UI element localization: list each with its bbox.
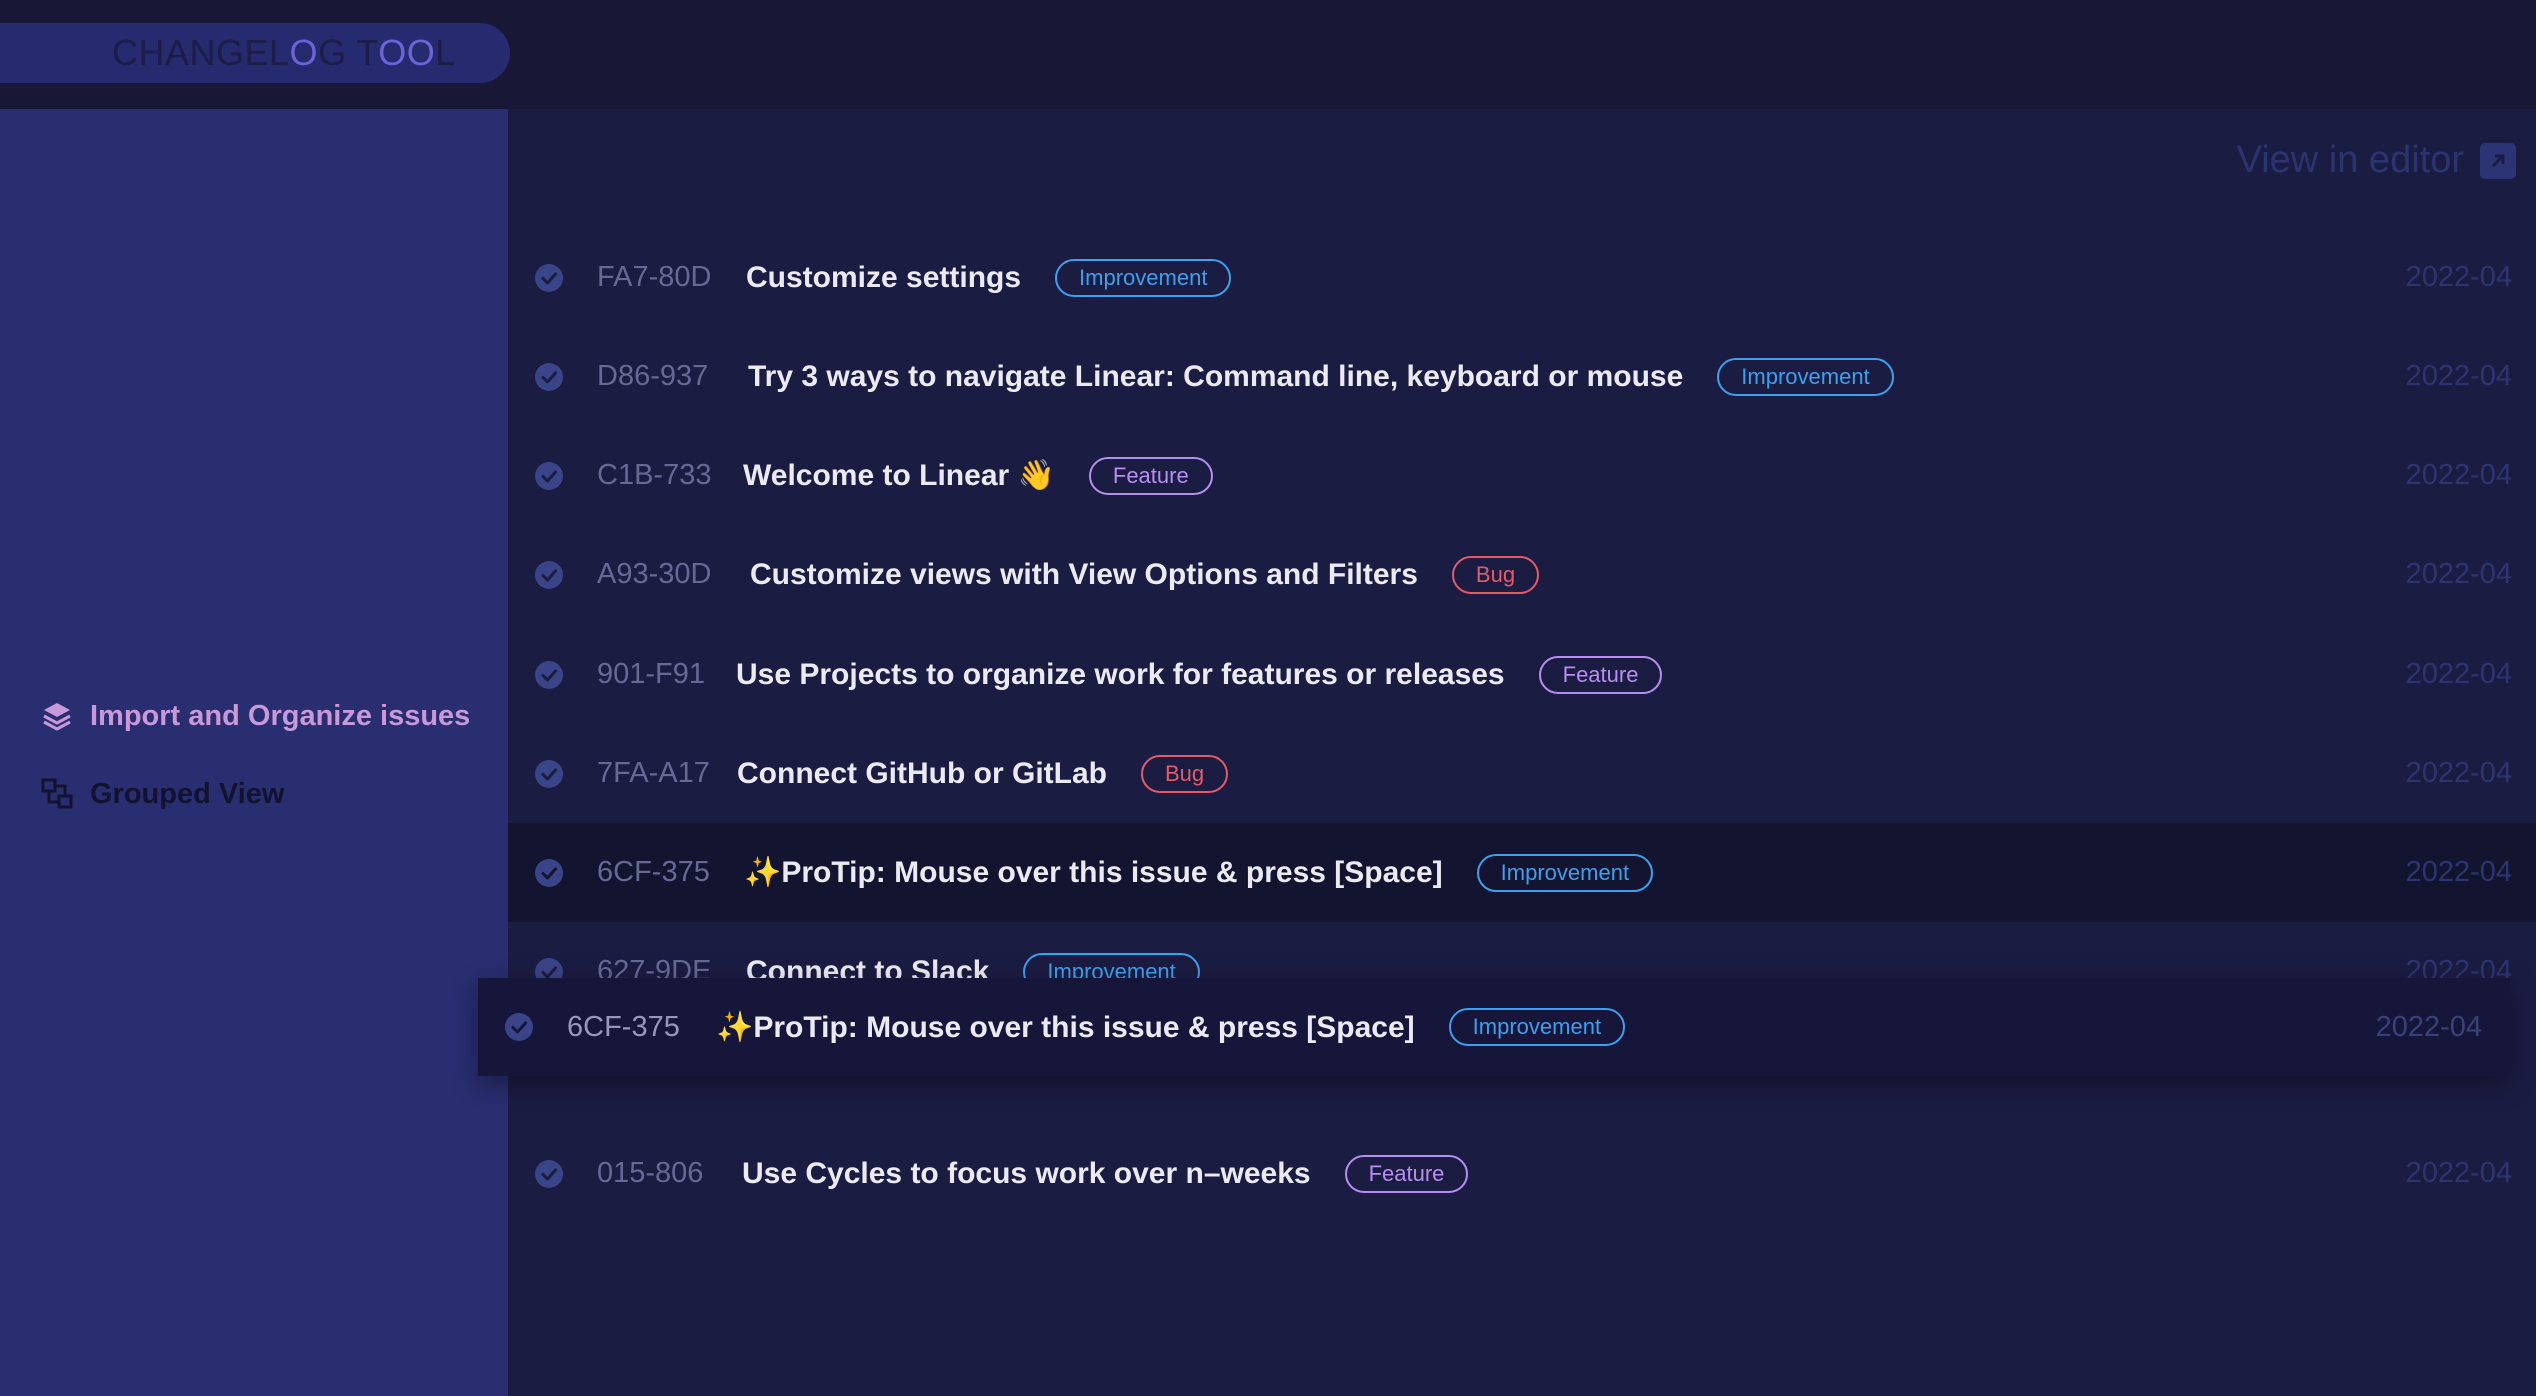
issue-id: 6CF-375 — [567, 1010, 680, 1043]
check-circle-icon — [535, 560, 563, 589]
app-title-segment: G T — [318, 32, 379, 73]
app-title-segment: L — [435, 32, 456, 73]
dragged-issue-row[interactable]: 6CF-375 ✨ProTip: Mouse over this issue &… — [478, 978, 2510, 1076]
issue-id: 901-F91 — [597, 658, 706, 690]
issue-title-group: Use Cycles to focus work over n–weeks Fea… — [742, 1154, 1469, 1193]
issue-date: 2022-04 — [2405, 261, 2512, 293]
issue-title: ✨ProTip: Mouse over this issue & press [… — [744, 856, 1443, 889]
issue-title-group: Connect GitHub or GitLab Bug — [737, 754, 1229, 793]
app-title-segment: CHANGEL — [112, 32, 290, 73]
tag-badge: Improvement — [1055, 258, 1232, 297]
tag-badge: Feature — [1538, 655, 1663, 694]
issue-row[interactable]: 6CF-375 ✨ProTip: Mouse over this issue & … — [508, 823, 2536, 922]
app-title: CHANGELOG TOOL — [112, 32, 456, 74]
issue-date: 2022-04 — [2405, 658, 2512, 690]
issue-title: Welcome to Linear 👋 — [743, 459, 1055, 492]
issue-row[interactable]: 7FA-A17 Connect GitHub or GitLab Bug 2022-0… — [508, 724, 2536, 823]
top-bar: CHANGELOG TOOL — [0, 0, 2536, 109]
issue-row[interactable]: D86-937 Try 3 ways to navigate Linear: Co… — [508, 327, 2536, 426]
tag-badge: Improvement — [1448, 1008, 1626, 1046]
issue-date: 2022-04 — [2405, 1157, 2512, 1189]
check-circle-icon — [505, 1013, 533, 1041]
issue-id: FA7-80D — [597, 261, 712, 293]
tag-badge: Bug — [1140, 754, 1229, 793]
issue-id: 6CF-375 — [597, 856, 710, 888]
issue-title: Use Projects to organize work for featur… — [736, 657, 1505, 691]
app-title-pill: CHANGELOG TOOL — [0, 23, 510, 83]
issue-title-group: Try 3 ways to navigate Linear: Command l… — [748, 357, 1894, 396]
issue-title: Connect GitHub or GitLab — [737, 756, 1107, 790]
grouped-view-icon — [40, 777, 74, 811]
sidebar-item-grouped-view[interactable]: Grouped View — [40, 777, 284, 811]
issue-id: A93-30D — [597, 558, 712, 590]
issue-date: 2022-04 — [2405, 360, 2512, 392]
tag-badge: Feature — [1344, 1154, 1469, 1193]
issue-title-group: Welcome to Linear 👋 Feature — [743, 456, 1213, 495]
check-circle-icon — [535, 263, 563, 292]
tag-badge: Bug — [1451, 555, 1540, 594]
issue-row[interactable]: 901-F91 Use Projects to organize work for… — [508, 625, 2536, 724]
view-in-editor-label: View in editor — [2236, 139, 2464, 181]
issue-title-group: ✨ProTip: Mouse over this issue & press [… — [716, 1008, 1626, 1046]
tag-badge: Feature — [1088, 456, 1213, 495]
sidebar-item-label: Grouped View — [90, 777, 285, 810]
issue-date: 2022-04 — [2405, 558, 2512, 590]
issue-id: D86-937 — [597, 360, 709, 392]
issue-date: 2022-04 — [2405, 856, 2512, 888]
issue-id: 015-806 — [597, 1157, 704, 1189]
issue-date: 2022-04 — [2405, 459, 2512, 491]
issue-title: Try 3 ways to navigate Linear: Command l… — [748, 359, 1684, 393]
app-title-segment: O — [289, 32, 319, 73]
issue-title: Customize settings — [746, 260, 1022, 294]
issue-title-group: ✨ProTip: Mouse over this issue & press [… — [744, 853, 1654, 892]
issue-row[interactable]: C1B-733 Welcome to Linear 👋 Feature 2022-04 — [508, 426, 2536, 525]
layers-icon — [40, 699, 74, 733]
issue-title-group: Customize views with View Options and Fi… — [750, 555, 1540, 594]
check-circle-icon — [535, 759, 563, 788]
check-circle-icon — [535, 461, 563, 490]
issue-title-group: Customize settings Improvement — [746, 258, 1232, 297]
issue-title-group: Use Projects to organize work for featur… — [736, 655, 1663, 694]
tag-badge: Improvement — [1717, 357, 1894, 396]
view-in-editor-link[interactable]: View in editor — [2237, 139, 2516, 182]
issue-title: Customize views with View Options and Fi… — [750, 557, 1418, 591]
app-title-segment: OO — [378, 32, 436, 73]
tag-badge: Improvement — [1476, 853, 1654, 892]
issue-title: ✨ProTip: Mouse over this issue & press [… — [716, 1010, 1415, 1044]
issue-id: 7FA-A17 — [597, 757, 710, 789]
external-link-icon — [2480, 142, 2516, 179]
issue-id: C1B-733 — [597, 459, 712, 491]
issue-row[interactable]: FA7-80D Customize settings Improvement 2022… — [508, 228, 2536, 327]
check-circle-icon — [535, 1159, 563, 1188]
sidebar-item-import-and-organize[interactable]: Import and Organize issues — [40, 699, 470, 733]
sidebar: Import and Organize issues Grouped View — [0, 109, 508, 1396]
issue-date: 2022-04 — [2405, 757, 2512, 789]
issue-title: Use Cycles to focus work over n–weeks — [742, 1156, 1311, 1190]
check-circle-icon — [535, 660, 563, 689]
issue-row[interactable]: 015-806 Use Cycles to focus work over n–w… — [508, 1124, 2536, 1223]
check-circle-icon — [535, 858, 563, 887]
check-circle-icon — [535, 362, 563, 391]
issue-date: 2022-04 — [2375, 1010, 2482, 1043]
sidebar-item-label: Import and Organize issues — [90, 699, 471, 732]
issue-row[interactable]: A93-30D Customize views with View Options… — [508, 525, 2536, 624]
issue-list-panel: View in editor FA7-80D Customize settings… — [508, 109, 2536, 1396]
